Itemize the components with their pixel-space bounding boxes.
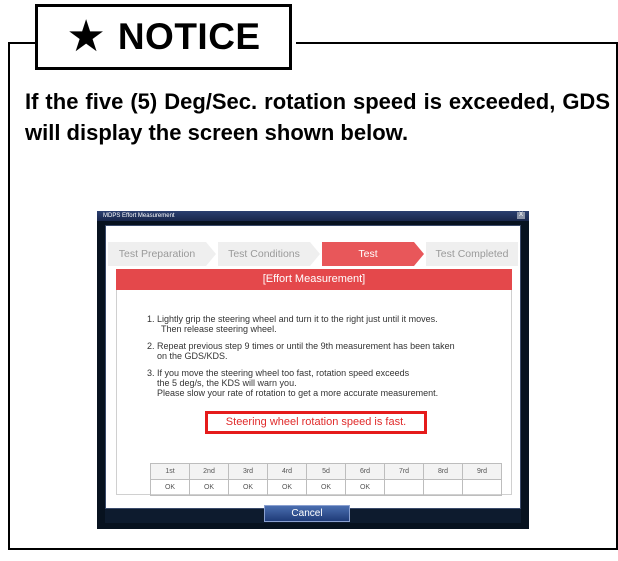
notice-heading-box: ★ NOTICE bbox=[35, 4, 292, 70]
table-value-cell: OK bbox=[345, 479, 385, 496]
instruction-line: on the GDS/KDS. bbox=[157, 351, 228, 361]
gds-window: MDPS Effort Measurement X Test Preparati… bbox=[97, 211, 529, 529]
table-header-cell: 8rd bbox=[423, 463, 463, 480]
table-value-cell: OK bbox=[267, 479, 307, 496]
cancel-button[interactable]: Cancel bbox=[264, 505, 350, 522]
instruction-line: 2. Repeat previous step 9 times or until… bbox=[147, 341, 455, 351]
window-titlebar: MDPS Effort Measurement X bbox=[97, 211, 529, 221]
instruction-line: Please slow your rate of rotation to get… bbox=[157, 388, 439, 398]
notice-text: If the five (5) Deg/Sec. rotation speed … bbox=[25, 89, 610, 145]
step-progress: Test Preparation Test Conditions Test Te… bbox=[108, 242, 518, 266]
step-arrow bbox=[310, 242, 320, 266]
window-body: Test Preparation Test Conditions Test Te… bbox=[105, 225, 521, 509]
table-header-cell: 9rd bbox=[462, 463, 502, 480]
table-value-cell: OK bbox=[189, 479, 229, 496]
window-title: MDPS Effort Measurement bbox=[103, 213, 175, 219]
step-test: Test bbox=[322, 242, 414, 266]
table-value-cell: OK bbox=[306, 479, 346, 496]
table-header-cell: 7rd bbox=[384, 463, 424, 480]
table-header-cell: 6rd bbox=[345, 463, 385, 480]
warning-message: Steering wheel rotation speed is fast. bbox=[205, 411, 427, 434]
table-header-cell: 4rd bbox=[267, 463, 307, 480]
instruction-line: 3. If you move the steering wheel too fa… bbox=[147, 368, 410, 378]
effort-measurement-header: [Effort Measurement] bbox=[116, 269, 512, 290]
measurement-table: 1st 2nd 3rd 4rd 5d 6rd 7rd 8rd 9rd OK OK… bbox=[150, 463, 502, 496]
table-header-cell: 2nd bbox=[189, 463, 229, 480]
step-test-preparation: Test Preparation bbox=[108, 242, 206, 266]
frame-border-top-left bbox=[8, 42, 38, 44]
step-arrow-active bbox=[414, 242, 424, 266]
table-value-cell bbox=[384, 479, 424, 496]
step-test-completed: Test Completed bbox=[426, 242, 518, 266]
instruction-line: Then release steering wheel. bbox=[161, 324, 277, 334]
table-header-cell: 1st bbox=[150, 463, 190, 480]
table-value-cell bbox=[423, 479, 463, 496]
table-header-cell: 5d bbox=[306, 463, 346, 480]
frame-border-bottom bbox=[8, 548, 618, 550]
instruction-line: the 5 deg/s, the KDS will warn you. bbox=[157, 378, 297, 388]
table-value-cell bbox=[462, 479, 502, 496]
step-arrow bbox=[206, 242, 216, 266]
notice-title: NOTICE bbox=[117, 16, 261, 57]
close-icon[interactable]: X bbox=[517, 212, 525, 219]
instruction-line: 1. Lightly grip the steering wheel and t… bbox=[147, 314, 438, 324]
frame-border-top-right bbox=[296, 42, 618, 44]
table-value-cell: OK bbox=[150, 479, 190, 496]
table-value-cell: OK bbox=[228, 479, 268, 496]
star-icon: ★ bbox=[66, 11, 106, 62]
step-test-conditions: Test Conditions bbox=[218, 242, 310, 266]
table-header-cell: 3rd bbox=[228, 463, 268, 480]
frame-border-left bbox=[8, 42, 10, 549]
